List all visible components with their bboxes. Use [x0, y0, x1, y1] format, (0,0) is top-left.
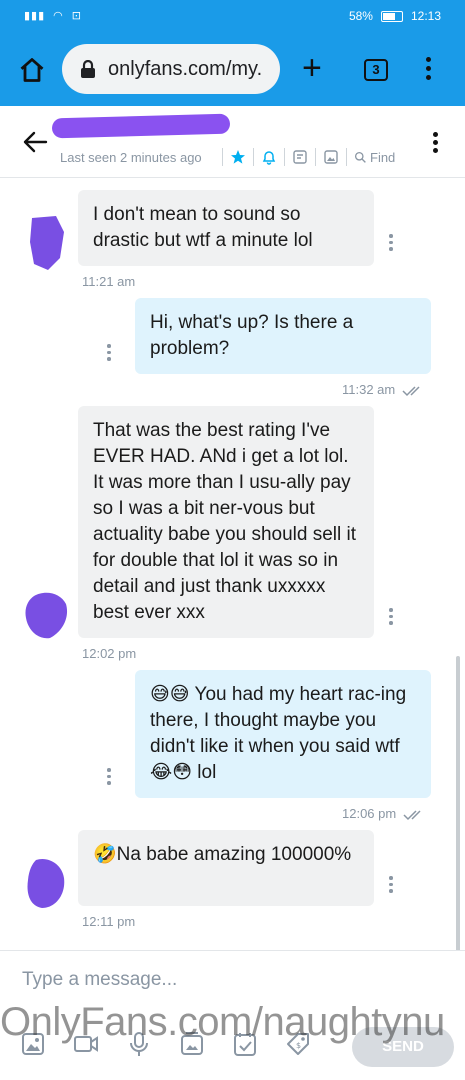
chat-header: Last seen 2 minutes ago Find	[0, 106, 465, 178]
back-arrow-icon[interactable]	[22, 130, 48, 154]
new-tab-icon[interactable]: +	[302, 50, 322, 86]
url-text: onlyfans.com/my.	[108, 57, 263, 80]
redacted-username	[51, 113, 231, 139]
browser-menu-icon[interactable]	[420, 54, 436, 86]
scrollbar[interactable]	[456, 656, 460, 950]
chat-toolbar: Find	[222, 148, 402, 166]
address-bar[interactable]: onlyfans.com/my.	[62, 44, 280, 94]
message-time: 12:06 pm	[342, 806, 427, 821]
message-composer: Type a message... $ SEND	[0, 950, 465, 1080]
gallery-icon[interactable]	[315, 148, 346, 166]
avatar[interactable]	[26, 214, 68, 272]
message-text: 🤣Na babe amazing 100000%	[93, 844, 352, 865]
avatar[interactable]	[24, 590, 70, 640]
message-options-icon[interactable]	[388, 608, 394, 626]
status-icons-right: 58% 12:13	[349, 9, 441, 23]
more-options-icon[interactable]	[428, 130, 442, 158]
send-button[interactable]: SEND	[352, 1027, 454, 1067]
battery-fill	[382, 12, 395, 20]
nfc-icon: ⊡	[71, 10, 82, 22]
signal-icon: ▮▮▮	[24, 10, 46, 22]
vault-media-icon[interactable]	[179, 1031, 205, 1057]
message-time: 12:02 pm	[82, 646, 137, 661]
image-upload-icon[interactable]	[20, 1031, 46, 1057]
message-time: 11:32 am	[342, 382, 426, 397]
avatar[interactable]	[24, 856, 66, 910]
message-text: That was the best rating I've EVER HAD. …	[93, 420, 356, 623]
notes-icon[interactable]	[284, 148, 315, 166]
video-icon[interactable]	[73, 1031, 99, 1057]
message-bubble[interactable]: That was the best rating I've EVER HAD. …	[78, 406, 374, 638]
browser-toolbar: onlyfans.com/my. + 3	[0, 34, 465, 106]
poll-icon[interactable]	[232, 1031, 258, 1057]
microphone-icon[interactable]	[126, 1031, 152, 1057]
notification-bell-icon[interactable]	[253, 148, 284, 166]
battery-icon	[380, 10, 403, 22]
wifi-icon: ◠	[53, 10, 64, 22]
find-label: Find	[370, 149, 396, 165]
message-bubble[interactable]: Hi, what's up? Is there a problem?	[135, 298, 431, 374]
home-icon[interactable]	[18, 56, 46, 84]
message-options-icon[interactable]	[106, 768, 112, 786]
price-tag-icon[interactable]: $	[285, 1031, 311, 1057]
message-text: 😅😅 You had my heart rac-ing there, I tho…	[150, 684, 407, 783]
composer-toolbar: $	[20, 1031, 311, 1057]
message-options-icon[interactable]	[106, 344, 112, 362]
message-text: Hi, what's up? Is there a problem?	[150, 312, 354, 359]
message-options-icon[interactable]	[388, 234, 394, 252]
message-bubble[interactable]: 😅😅 You had my heart rac-ing there, I tho…	[135, 670, 431, 798]
message-input[interactable]: Type a message...	[22, 969, 177, 991]
message-options-icon[interactable]	[388, 876, 394, 894]
message-bubble[interactable]: 🤣Na babe amazing 100000%	[78, 830, 374, 906]
system-status-bar: ▮▮▮ ◠ ⊡ 58% 12:13	[0, 0, 465, 34]
find-button[interactable]: Find	[346, 148, 402, 166]
read-receipt-icon	[402, 386, 420, 396]
svg-text:$: $	[296, 1041, 301, 1050]
read-receipt-icon	[403, 810, 421, 820]
favorite-star-icon[interactable]	[222, 148, 253, 166]
search-icon	[354, 151, 366, 163]
message-time: 11:21 am	[82, 274, 136, 289]
battery-percent: 58%	[348, 9, 373, 23]
lock-icon	[81, 60, 95, 78]
status-icons-left: ▮▮▮ ◠ ⊡	[24, 9, 82, 22]
last-seen-status: Last seen 2 minutes ago	[60, 150, 202, 165]
message-bubble[interactable]: I don't mean to sound so drastic but wtf…	[78, 190, 374, 266]
tab-switcher-button[interactable]: 3	[364, 59, 388, 81]
clock: 12:13	[410, 9, 441, 23]
message-time: 12:11 pm	[82, 914, 136, 929]
message-list[interactable]: I don't mean to sound so drastic but wtf…	[0, 178, 465, 950]
message-text: I don't mean to sound so drastic but wtf…	[93, 204, 313, 251]
